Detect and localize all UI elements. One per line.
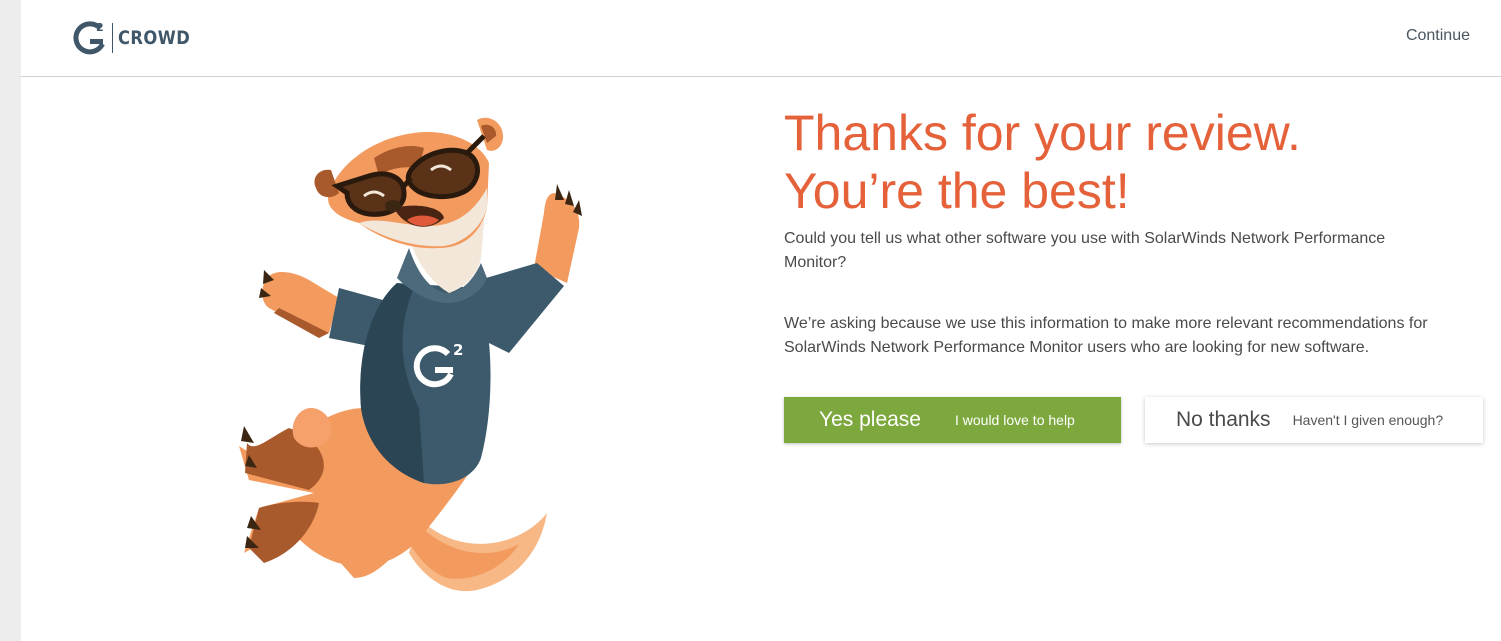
continue-link[interactable]: Continue: [1406, 27, 1470, 45]
question-text: Could you tell us what other software yo…: [784, 230, 1386, 271]
g2-logo-icon: 2: [73, 21, 105, 55]
top-bar: 2 CROWD Continue: [21, 0, 1501, 77]
page-title-line-2: You’re the best!: [784, 163, 1130, 219]
page-title-line-1: Thanks for your review.: [784, 105, 1301, 161]
no-button-sublabel: Haven't I given enough?: [1292, 412, 1444, 428]
g2-crowd-logo[interactable]: 2 CROWD: [71, 19, 202, 57]
g2-mascot-illustration: 2: [239, 117, 582, 592]
svg-text:2: 2: [96, 21, 104, 34]
reason-text: We’re asking because we use this informa…: [784, 315, 1428, 356]
yes-button-sublabel: I would love to help: [954, 412, 1075, 428]
logo-divider: [112, 23, 113, 53]
no-thanks-button[interactable]: No thanks Haven't I given enough?: [1145, 397, 1483, 443]
yes-button-label: Yes please: [819, 408, 921, 431]
page: 2 CROWD Continue 2 Thanks for your revie…: [21, 0, 1501, 641]
no-button-label: No thanks: [1176, 408, 1271, 431]
logo-text: CROWD: [118, 27, 191, 49]
page-title: Thanks for your review. You’re the best!: [784, 104, 1301, 220]
yes-please-button[interactable]: Yes please I would love to help: [784, 397, 1121, 443]
svg-text:2: 2: [453, 341, 463, 359]
